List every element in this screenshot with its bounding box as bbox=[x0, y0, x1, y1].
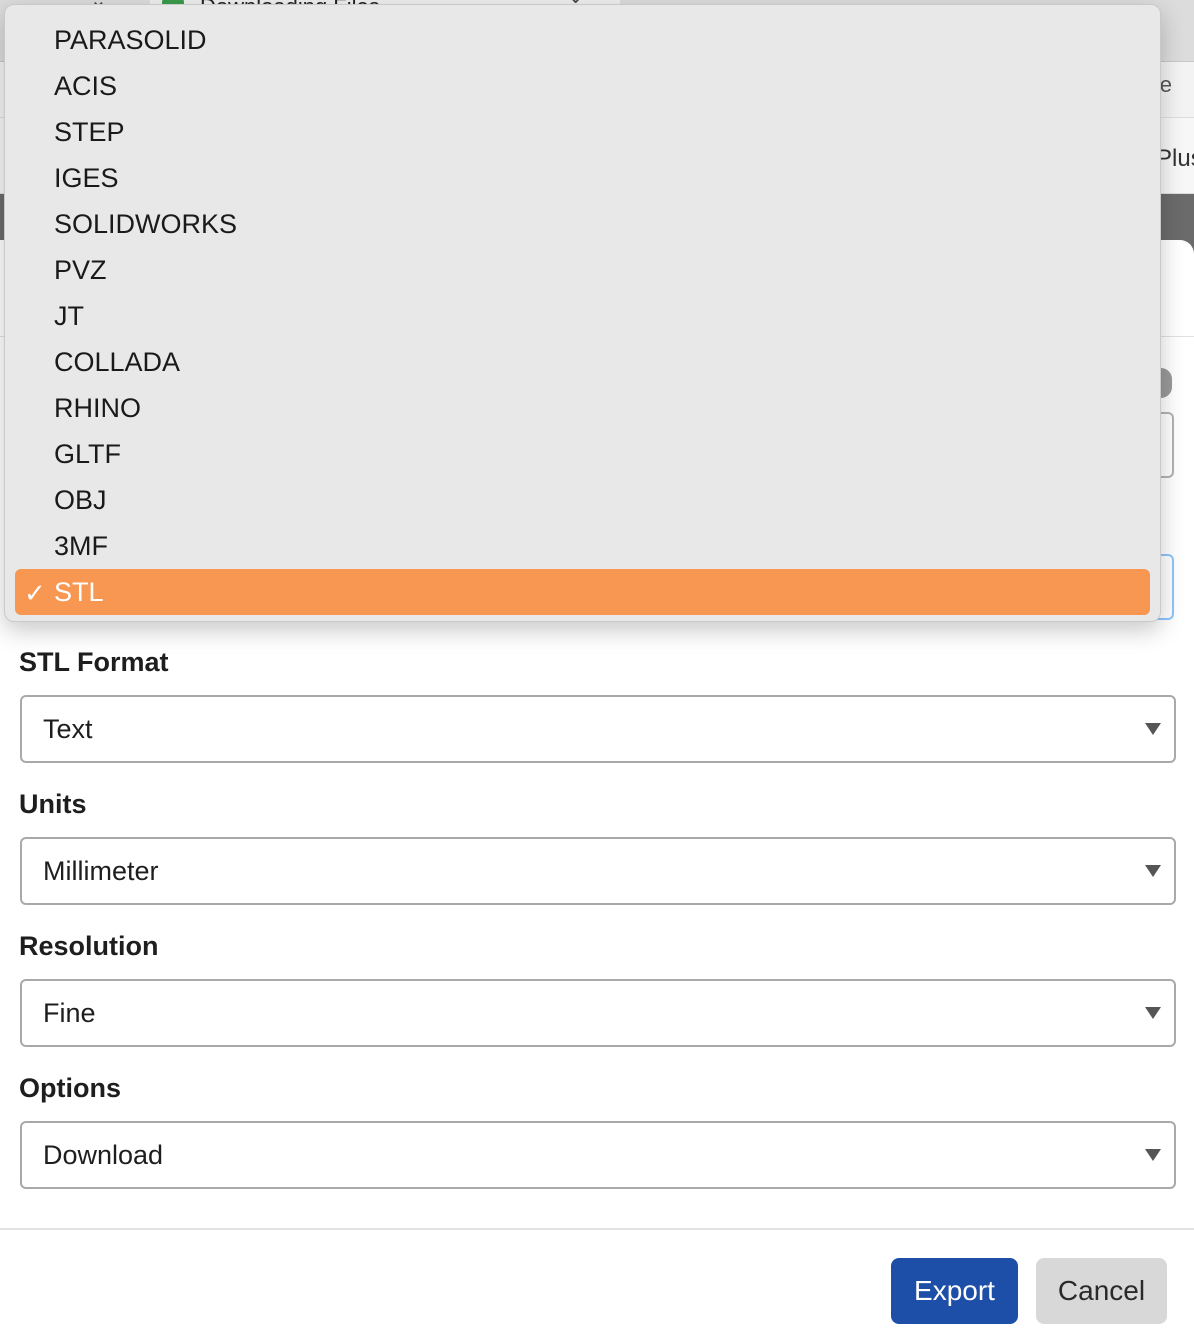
option-label: STEP bbox=[54, 116, 125, 147]
option-label: ACIS bbox=[54, 70, 118, 101]
option-label: SOLIDWORKS bbox=[54, 208, 238, 239]
address-bar-text-fragment: e bbox=[1159, 72, 1172, 97]
format-option-jt[interactable]: JT bbox=[15, 293, 1150, 339]
resolution-label: Resolution bbox=[19, 931, 159, 961]
dialog-footer-divider bbox=[0, 1228, 1194, 1230]
format-option-rhino[interactable]: RHINO bbox=[15, 385, 1150, 431]
caret-down-icon bbox=[1145, 723, 1161, 735]
format-option-parasolid[interactable]: PARASOLID bbox=[15, 17, 1150, 63]
option-label: STL bbox=[54, 576, 104, 607]
stl-format-value: Text bbox=[43, 713, 93, 744]
format-option-iges[interactable]: IGES bbox=[15, 155, 1150, 201]
format-option-solidworks[interactable]: SOLIDWORKS bbox=[15, 201, 1150, 247]
format-option-gltf[interactable]: GLTF bbox=[15, 431, 1150, 477]
stl-format-select[interactable]: Text bbox=[20, 695, 1176, 763]
format-option-pvz[interactable]: PVZ bbox=[15, 247, 1150, 293]
option-label: PVZ bbox=[54, 254, 107, 285]
option-label: RHINO bbox=[54, 392, 141, 423]
options-select[interactable]: Download bbox=[20, 1121, 1176, 1189]
format-option-obj[interactable]: OBJ bbox=[15, 477, 1150, 523]
resolution-value: Fine bbox=[43, 997, 96, 1028]
format-option-step[interactable]: STEP bbox=[15, 109, 1150, 155]
units-select[interactable]: Millimeter bbox=[20, 837, 1176, 905]
cancel-button[interactable]: Cancel bbox=[1036, 1258, 1167, 1324]
caret-down-icon bbox=[1145, 1149, 1161, 1161]
units-label: Units bbox=[19, 789, 87, 819]
option-label: COLLADA bbox=[54, 346, 181, 377]
format-option-stl[interactable]: ✓ STL bbox=[15, 569, 1150, 615]
format-option-acis[interactable]: ACIS bbox=[15, 63, 1150, 109]
format-dropdown-menu: PARASOLID ACIS STEP IGES SOLIDWORKS PVZ … bbox=[4, 4, 1161, 622]
option-label: IGES bbox=[54, 162, 119, 193]
format-option-3mf[interactable]: 3MF bbox=[15, 523, 1150, 569]
option-label: 3MF bbox=[54, 530, 108, 561]
bookmark-item[interactable]: Plus bbox=[1156, 145, 1194, 173]
resolution-select[interactable]: Fine bbox=[20, 979, 1176, 1047]
caret-down-icon bbox=[1145, 865, 1161, 877]
format-option-collada[interactable]: COLLADA bbox=[15, 339, 1150, 385]
export-button[interactable]: Export bbox=[891, 1258, 1018, 1324]
options-label: Options bbox=[19, 1073, 121, 1103]
stl-format-label: STL Format bbox=[19, 647, 169, 677]
option-label: JT bbox=[54, 300, 84, 331]
units-value: Millimeter bbox=[43, 855, 159, 886]
option-label: OBJ bbox=[54, 484, 107, 515]
checkmark-icon: ✓ bbox=[24, 578, 46, 608]
option-label: GLTF bbox=[54, 438, 121, 469]
options-value: Download bbox=[43, 1139, 164, 1170]
caret-down-icon bbox=[1145, 1007, 1161, 1019]
screen: ⌄ Downloading Files ⌄ e Plus ‹ STL Forma… bbox=[0, 0, 1194, 1344]
option-label: PARASOLID bbox=[54, 24, 207, 55]
